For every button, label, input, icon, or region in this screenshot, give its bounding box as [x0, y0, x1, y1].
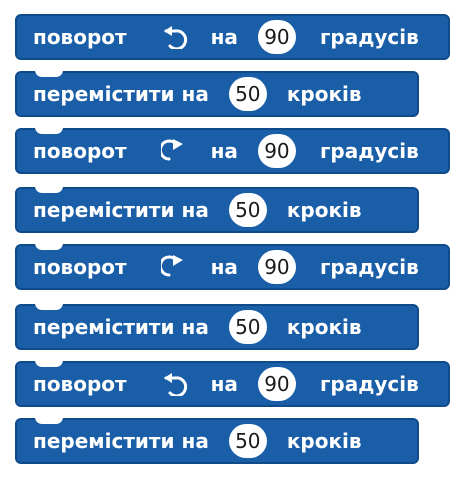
block-label: на: [210, 139, 238, 163]
move-steps-block[interactable]: перемістити на 50 кроків: [15, 186, 419, 233]
script-stack: поворот на 90 градусів перемістити на 50…: [0, 0, 462, 491]
steps-input[interactable]: 50: [228, 424, 267, 458]
block-label: перемістити на: [33, 82, 209, 106]
block-label: градусів: [319, 372, 419, 396]
degrees-input[interactable]: 90: [257, 367, 296, 401]
rotate-left-icon: [161, 25, 191, 49]
steps-input[interactable]: 50: [228, 77, 267, 111]
degrees-input[interactable]: 90: [257, 250, 296, 284]
block-label: на: [210, 372, 238, 396]
degrees-input[interactable]: 90: [257, 20, 296, 54]
turn-left-block[interactable]: поворот на 90 градусів: [15, 360, 450, 407]
block-label: перемістити на: [33, 198, 209, 222]
block-label: поворот: [33, 255, 127, 279]
move-steps-block[interactable]: перемістити на 50 кроків: [15, 417, 419, 464]
rotate-right-icon: [160, 255, 191, 279]
block-label: кроків: [286, 315, 362, 339]
block-label: перемістити на: [33, 429, 209, 453]
rotate-right-icon: [160, 139, 191, 163]
block-label: поворот: [33, 372, 127, 396]
block-label: поворот: [33, 139, 127, 163]
move-steps-block[interactable]: перемістити на 50 кроків: [15, 303, 419, 350]
steps-input[interactable]: 50: [228, 193, 267, 227]
block-label: градусів: [319, 139, 419, 163]
block-label: на: [210, 255, 238, 279]
rotate-left-icon: [161, 372, 191, 396]
block-label: градусів: [319, 255, 419, 279]
degrees-input[interactable]: 90: [257, 134, 296, 168]
block-label: кроків: [286, 82, 362, 106]
turn-left-block[interactable]: поворот на 90 градусів: [15, 14, 450, 60]
block-label: кроків: [286, 429, 362, 453]
turn-right-block[interactable]: поворот на 90 градусів: [15, 243, 450, 290]
block-label: поворот: [33, 25, 127, 49]
block-label: перемістити на: [33, 315, 209, 339]
block-label: градусів: [319, 25, 419, 49]
block-label: кроків: [286, 198, 362, 222]
block-label: на: [210, 25, 238, 49]
steps-input[interactable]: 50: [228, 310, 267, 344]
turn-right-block[interactable]: поворот на 90 градусів: [15, 127, 450, 174]
move-steps-block[interactable]: перемістити на 50 кроків: [15, 70, 419, 117]
